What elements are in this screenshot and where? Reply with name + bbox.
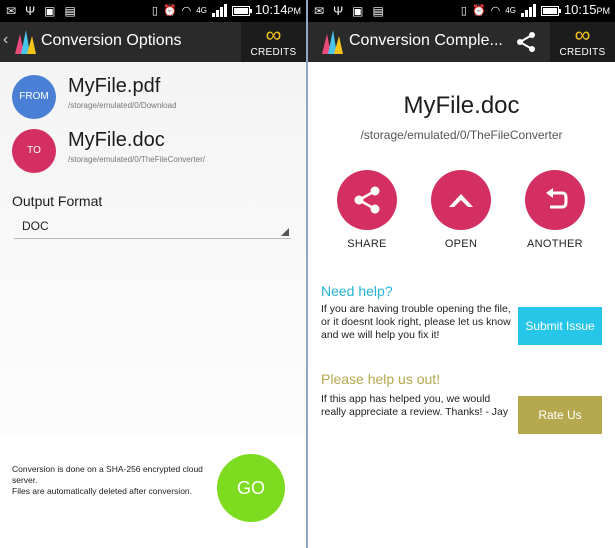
result-filename: MyFile.doc [403,92,520,119]
usb-icon: Ψ [25,4,36,18]
notes-icon: ▤ [64,4,76,18]
battery-icon [540,5,561,16]
deletion-note: Files are automatically deleted after co… [12,486,193,496]
target-path: /storage/emulated/0/TheFileConverter/ [68,155,205,164]
output-format-dropdown[interactable]: DOC [14,217,291,239]
alarm-icon: ⏰ [162,4,177,17]
debug-icon: ▣ [352,4,364,18]
action-bar: Conversion Comple... ∞ CREDITS [308,22,615,62]
battery-icon [231,5,252,16]
back-chevron-icon[interactable]: ‹ [3,31,8,49]
go-button[interactable]: GO [217,454,285,522]
share-action[interactable]: SHARE [327,170,407,250]
review-heading: Please help us out! [321,371,441,387]
signal-icon [520,4,536,17]
vibrate-icon: ▯ [151,4,158,17]
credits-button[interactable]: ∞ CREDITS [241,22,306,62]
screen-title: Conversion Options [41,32,182,49]
security-notice: Conversion is done on a SHA-256 encrypte… [12,464,212,497]
app-logo-icon[interactable] [13,28,37,56]
encryption-note: Conversion is done on a SHA-256 encrypte… [12,464,203,485]
review-text: If this app has helped you, we would rea… [321,393,509,418]
status-time: 10:14PM [254,2,301,17]
wifi-icon: ◠ [490,4,501,17]
signal-icon [211,4,227,17]
another-action[interactable]: ANOTHER [515,170,595,250]
help-text: If you are having trouble opening the fi… [321,303,511,341]
output-format-label: Output Format [12,193,103,209]
dropdown-triangle-icon [281,228,289,236]
status-bar: ✉ Ψ ▣ ▤ ▯ ⏰ ◠ 4G 10:15PM [308,0,615,22]
rate-us-button[interactable]: Rate Us [518,396,602,434]
source-path: /storage/emulated/0/Download [68,101,177,110]
conversion-complete-screen: ✉ Ψ ▣ ▤ ▯ ⏰ ◠ 4G 10:15PM Conversion Comp… [308,0,615,548]
conversion-options-screen: ✉ Ψ ▣ ▤ ▯ ⏰ ◠ 4G 10:14PM ‹ Conversion Op… [0,0,306,548]
open-label: OPEN [444,238,478,250]
submit-issue-button[interactable]: Submit Issue [518,307,602,345]
credits-label: CREDITS [250,47,297,58]
status-bar: ✉ Ψ ▣ ▤ ▯ ⏰ ◠ 4G 10:14PM [0,0,306,22]
debug-icon: ▣ [44,4,56,18]
infinity-icon: ∞ [265,22,282,47]
credits-label: CREDITS [559,47,606,58]
infinity-icon: ∞ [574,22,591,47]
vibrate-icon: ▯ [460,4,467,17]
status-time: 10:15PM [563,2,610,17]
share-icon[interactable] [515,31,537,53]
footer-panel: Conversion is done on a SHA-256 encrypte… [0,438,306,548]
to-badge: TO [12,129,56,173]
notes-icon: ▤ [372,4,384,18]
email-icon: ✉ [314,4,325,18]
share-icon [354,186,380,214]
from-badge: FROM [12,75,56,119]
output-format-value: DOC [22,219,49,233]
open-button[interactable] [431,170,491,230]
result-path: /storage/emulated/0/TheFileConverter [360,128,563,142]
network-type: 4G [505,5,516,15]
another-button[interactable] [525,170,585,230]
another-label: ANOTHER [527,238,583,250]
network-type: 4G [196,5,207,15]
share-button[interactable] [337,170,397,230]
app-logo-icon[interactable] [320,28,344,56]
usb-icon: Ψ [333,4,344,18]
share-label: SHARE [347,238,387,250]
alarm-icon: ⏰ [471,4,486,17]
screen-title: Conversion Comple... [349,32,503,49]
email-icon: ✉ [6,4,17,18]
chevron-up-icon [449,194,473,207]
target-filename: MyFile.doc [68,129,165,151]
help-heading: Need help? [321,283,393,299]
return-icon [546,188,568,209]
open-action[interactable]: OPEN [421,170,501,250]
source-filename: MyFile.pdf [68,75,161,97]
action-bar: ‹ Conversion Options ∞ CREDITS [0,22,306,62]
credits-button[interactable]: ∞ CREDITS [550,22,615,62]
wifi-icon: ◠ [181,4,192,17]
